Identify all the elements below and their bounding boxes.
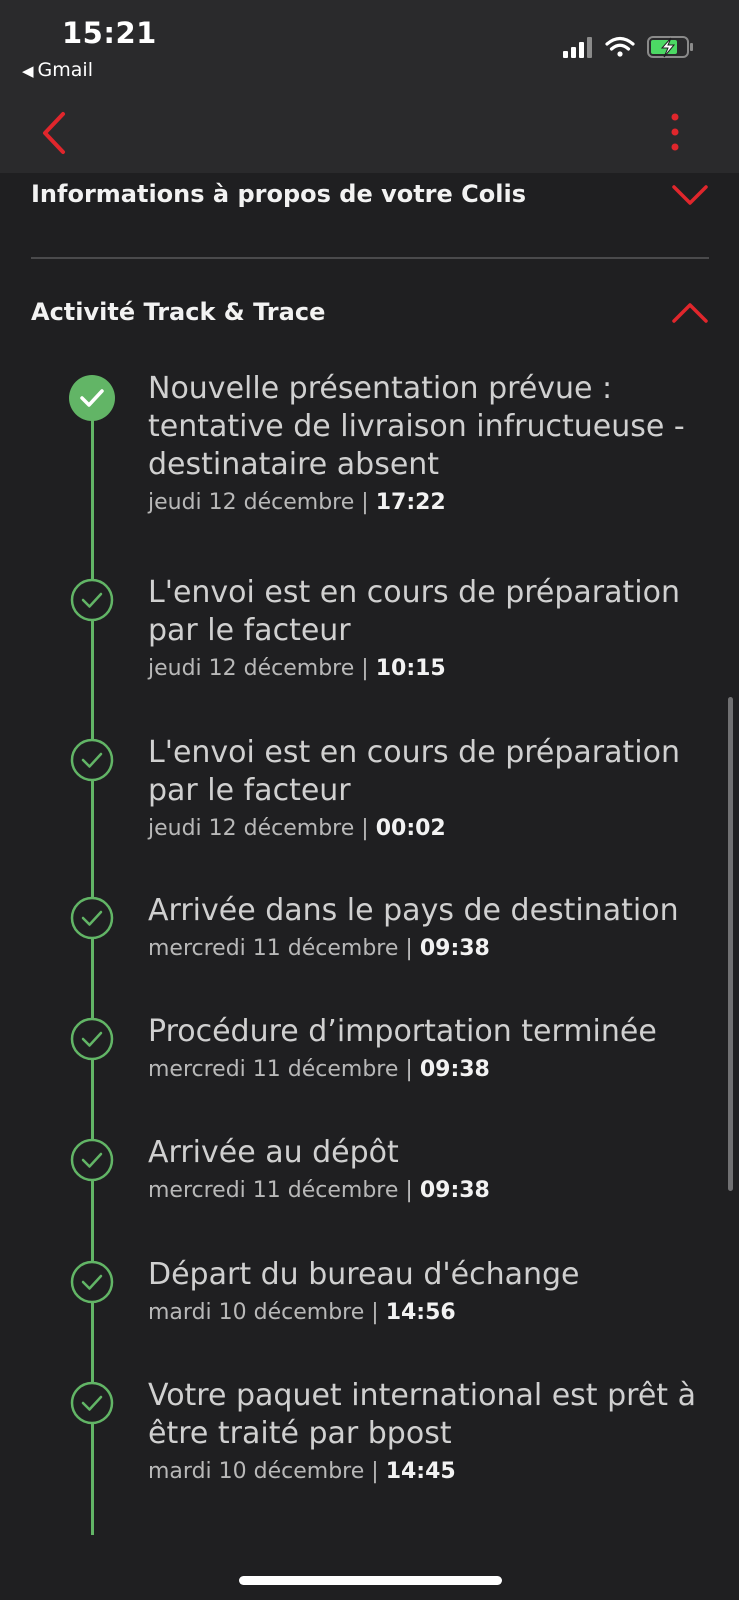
signal-icon [563, 37, 592, 58]
event-timestamp: jeudi 12 décembre | 17:22 [148, 490, 703, 515]
timeline-line [91, 400, 94, 1535]
info-section-title: Informations à propos de votre Colis [31, 180, 526, 208]
event-date: jeudi 12 décembre [148, 816, 355, 841]
event-time: 14:45 [385, 1459, 456, 1484]
wifi-icon [605, 36, 635, 57]
event-description: Votre paquet international est prêt à êt… [148, 1378, 696, 1451]
activity-section-title: Activité Track & Trace [31, 298, 326, 326]
check-circle-icon [70, 1381, 114, 1425]
event-time: 09:38 [419, 1178, 490, 1203]
event-time: 09:38 [419, 1057, 490, 1082]
event-description: Nouvelle présentation prévue : tentative… [148, 371, 685, 482]
event-date: mardi 10 décembre [148, 1459, 365, 1484]
check-circle-icon [70, 738, 114, 782]
event-separator: | [361, 656, 369, 681]
event-timestamp: mardi 10 décembre | 14:56 [148, 1300, 703, 1325]
status-time: 15:21 [62, 16, 157, 50]
event-date: mardi 10 décembre [148, 1300, 365, 1325]
check-circle-icon [70, 896, 114, 940]
event-date: jeudi 12 décembre [148, 656, 355, 681]
event-description: Arrivée au dépôt [148, 1135, 399, 1170]
event-description: Arrivée dans le pays de destination [148, 893, 679, 928]
check-circle-icon [69, 375, 115, 421]
check-circle-icon [70, 1138, 114, 1182]
event-separator: | [371, 1459, 379, 1484]
event-timestamp: jeudi 12 décembre | 00:02 [148, 816, 703, 841]
event-date: mercredi 11 décembre [148, 1057, 399, 1082]
event-time: 10:15 [375, 656, 446, 681]
back-triangle-icon: ◀ [22, 62, 34, 80]
activity-section-header[interactable]: Activité Track & Trace [31, 284, 709, 344]
event-description: L'envoi est en cours de préparation par … [148, 575, 680, 648]
event-timestamp: mercredi 11 décembre | 09:38 [148, 936, 703, 961]
back-app-label: Gmail [37, 59, 93, 81]
event-time: 14:56 [385, 1300, 456, 1325]
event-time: 00:02 [375, 816, 446, 841]
more-vertical-icon[interactable] [667, 112, 683, 152]
event-description: L'envoi est en cours de préparation par … [148, 735, 680, 808]
event-timestamp: mercredi 11 décembre | 09:38 [148, 1057, 703, 1082]
info-section-header[interactable]: Informations à propos de votre Colis [31, 166, 709, 226]
battery-charging-icon [647, 36, 693, 58]
section-divider [31, 257, 709, 259]
event-separator: | [405, 1057, 413, 1082]
event-separator: | [405, 1178, 413, 1203]
event-timestamp: mercredi 11 décembre | 09:38 [148, 1178, 703, 1203]
check-circle-icon [70, 1260, 114, 1304]
event-time: 09:38 [419, 936, 490, 961]
home-indicator[interactable] [239, 1576, 502, 1585]
event-time: 17:22 [375, 490, 446, 515]
event-date: mercredi 11 décembre [148, 936, 399, 961]
check-circle-icon [70, 1017, 114, 1061]
app-header: 15:21 ◀ Gmail [0, 0, 739, 173]
scrollbar[interactable] [728, 697, 733, 1191]
chevron-left-icon[interactable] [36, 108, 72, 158]
event-description: Départ du bureau d'échange [148, 1257, 580, 1292]
chevron-down-icon[interactable] [671, 176, 709, 214]
check-circle-icon [70, 578, 114, 622]
event-timestamp: jeudi 12 décembre | 10:15 [148, 656, 703, 681]
back-to-app-link[interactable]: ◀ Gmail [22, 59, 93, 81]
event-timestamp: mardi 10 décembre | 14:45 [148, 1459, 703, 1484]
event-separator: | [371, 1300, 379, 1325]
event-date: jeudi 12 décembre [148, 490, 355, 515]
event-separator: | [361, 816, 369, 841]
event-date: mercredi 11 décembre [148, 1178, 399, 1203]
event-separator: | [361, 490, 369, 515]
event-separator: | [405, 936, 413, 961]
event-description: Procédure d’importation terminée [148, 1014, 657, 1049]
chevron-up-icon[interactable] [671, 294, 709, 332]
status-icons [563, 36, 693, 58]
